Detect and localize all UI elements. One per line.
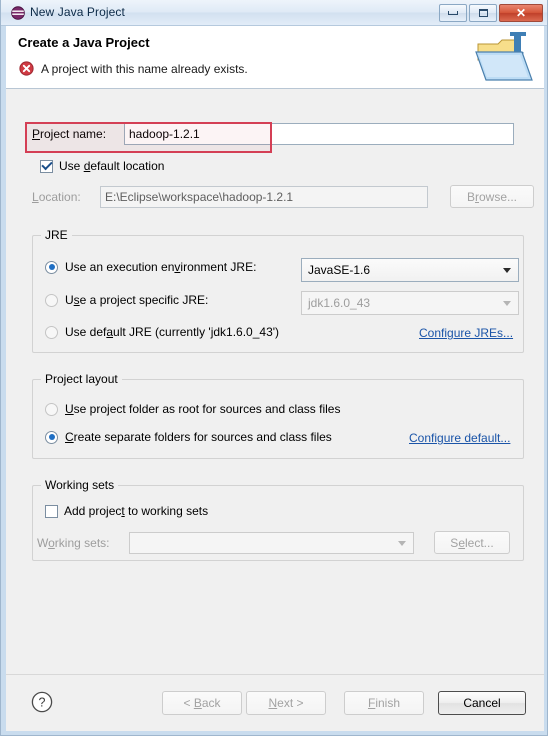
location-input[interactable]: E:\Eclipse\workspace\hadoop-1.2.1 <box>100 185 428 208</box>
project-name-label: Project name: <box>32 127 107 141</box>
project-folder-root-label: Use project folder as root for sources a… <box>65 402 341 416</box>
working-sets-row: Working sets: Select... <box>37 531 510 554</box>
browse-button: Browse... <box>450 185 534 208</box>
layout-option-project-folder-root[interactable]: Use project folder as root for sources a… <box>45 402 340 416</box>
jre-group: JRE Use an execution environment JRE: Ja… <box>32 228 524 353</box>
eclipse-java-icon <box>11 6 25 20</box>
error-message-text: A project with this name already exists. <box>41 61 248 76</box>
execution-environment-label: Use an execution environment JRE: <box>65 260 257 274</box>
finish-button-label: Finish <box>367 696 401 710</box>
project-layout-group: Project layout Use project folder as roo… <box>32 372 524 459</box>
use-default-location-row[interactable]: Use default location <box>40 159 164 173</box>
jre-option-default[interactable]: Use default JRE (currently 'jdk1.6.0_43'… <box>45 325 279 339</box>
execution-environment-combo[interactable]: JavaSE-1.6 <box>301 258 519 282</box>
java-project-folder-icon <box>474 30 536 86</box>
layout-option-separate-folders[interactable]: Create separate folders for sources and … <box>45 430 332 444</box>
default-jre-radio[interactable] <box>45 325 58 339</box>
use-default-location-label: Use default location <box>59 159 165 173</box>
jre-option-project-specific[interactable]: Use a project specific JRE: <box>45 293 208 307</box>
maximize-icon <box>478 9 488 17</box>
location-label: Location: <box>32 189 81 204</box>
add-to-working-sets-label: Add project to working sets <box>64 504 209 518</box>
new-java-project-dialog: New Java Project ✕ Create a Java Project <box>0 0 548 736</box>
jre-option-execution-environment[interactable]: Use an execution environment JRE: <box>45 260 256 274</box>
working-sets-group: Working sets Add project to working sets… <box>32 478 524 561</box>
project-specific-jre-value: jdk1.6.0_43 <box>308 296 371 310</box>
close-button[interactable]: ✕ <box>499 4 543 22</box>
execution-environment-value: JavaSE-1.6 <box>308 263 371 277</box>
title-bar: New Java Project ✕ <box>1 0 547 26</box>
configure-jres-link[interactable]: Configure JREs... <box>419 326 513 340</box>
chevron-down-icon <box>503 301 511 306</box>
project-folder-root-radio[interactable] <box>45 402 58 416</box>
project-specific-jre-radio[interactable] <box>45 293 58 307</box>
window-controls: ✕ <box>439 4 543 22</box>
dialog-body: Project name: Use default location Locat… <box>6 89 544 674</box>
separate-folders-radio[interactable] <box>45 430 58 444</box>
select-button-label: Select... <box>450 535 494 550</box>
next-button-label: Next > <box>268 696 304 710</box>
next-button: Next > <box>246 691 326 715</box>
dialog-header-banner: Create a Java Project A project with thi… <box>6 26 544 89</box>
jre-group-title: JRE <box>41 228 72 242</box>
execution-environment-radio[interactable] <box>45 260 58 274</box>
window-title: New Java Project <box>30 5 125 19</box>
close-icon: ✕ <box>515 6 527 20</box>
select-working-sets-button: Select... <box>434 531 510 554</box>
error-icon <box>19 61 34 76</box>
minimize-icon <box>448 11 458 15</box>
project-layout-group-title: Project layout <box>41 372 122 386</box>
finish-button: Finish <box>344 691 424 715</box>
help-icon[interactable]: ? <box>31 691 53 713</box>
working-sets-label: Working sets: <box>37 535 110 550</box>
working-sets-combo <box>129 531 414 554</box>
svg-text:?: ? <box>39 696 46 710</box>
configure-default-link[interactable]: Configure default... <box>409 431 510 445</box>
back-button-label: < Back <box>183 696 221 710</box>
dialog-button-bar: ? < Back Next > Finish Cancel <box>6 674 544 731</box>
maximize-button[interactable] <box>469 4 497 22</box>
chevron-down-icon <box>503 268 511 273</box>
use-default-location-checkbox[interactable] <box>40 159 53 173</box>
page-title: Create a Java Project <box>18 35 150 50</box>
back-button: < Back <box>162 691 242 715</box>
chevron-down-icon <box>398 540 406 546</box>
browse-button-label: Browse... <box>466 189 518 204</box>
project-name-row: Project name: <box>32 123 514 145</box>
project-specific-jre-label: Use a project specific JRE: <box>65 293 209 307</box>
default-jre-label: Use default JRE (currently 'jdk1.6.0_43'… <box>65 325 280 339</box>
working-sets-group-title: Working sets <box>41 478 119 492</box>
separate-folders-label: Create separate folders for sources and … <box>65 430 332 444</box>
project-name-input[interactable] <box>124 123 514 145</box>
add-to-working-sets-row[interactable]: Add project to working sets <box>45 504 208 518</box>
validation-message: A project with this name already exists. <box>19 61 248 76</box>
add-to-working-sets-checkbox[interactable] <box>45 504 58 518</box>
project-specific-jre-combo: jdk1.6.0_43 <box>301 291 519 315</box>
minimize-button[interactable] <box>439 4 467 22</box>
location-row: Location: E:\Eclipse\workspace\hadoop-1.… <box>32 185 534 208</box>
cancel-button[interactable]: Cancel <box>438 691 526 715</box>
